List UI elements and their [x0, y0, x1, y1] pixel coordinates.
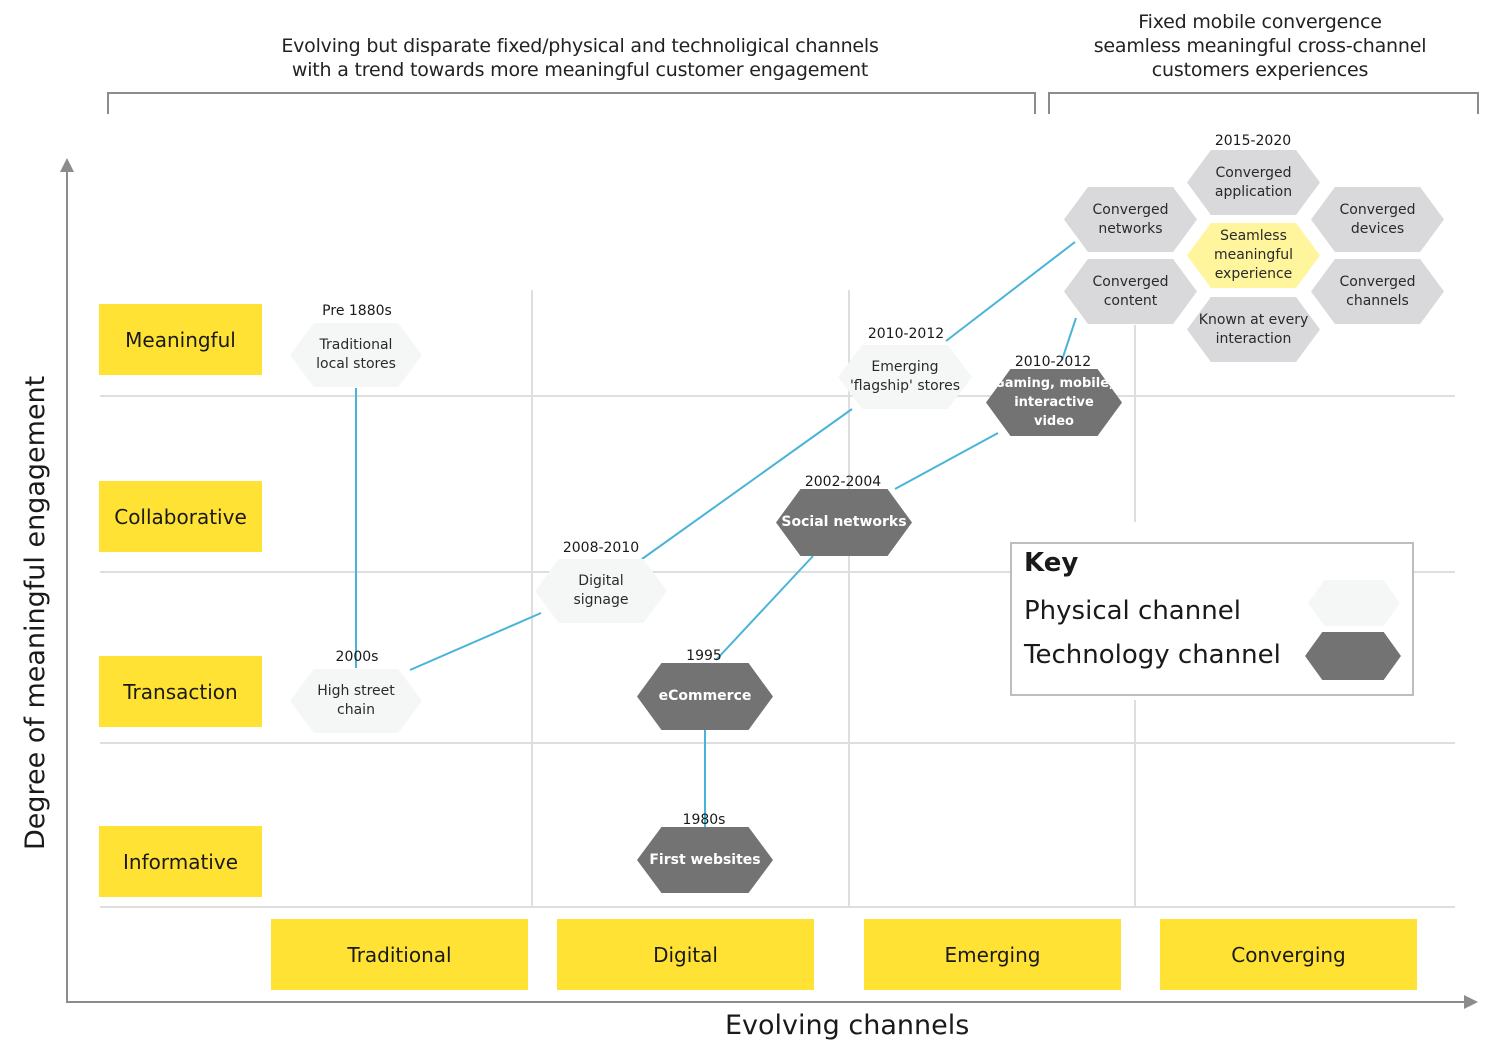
year-label: 2010-2012: [867, 326, 945, 342]
y-axis-title: Degree of meaningful engagement: [20, 375, 51, 850]
hex-label: Converged: [1339, 201, 1416, 218]
hex-label: Seamless: [1220, 228, 1287, 244]
legend-physical-swatch: [1308, 580, 1400, 626]
cluster-year-label: 2015-2020: [1214, 133, 1292, 149]
hex-label: Known at every: [1198, 311, 1309, 328]
node-label: Gaming, mobile,: [994, 376, 1114, 391]
node-label: Emerging: [871, 359, 939, 375]
year-label: 2008-2010: [562, 540, 640, 556]
hex-known-at-every-interaction: Known at every interaction: [1187, 297, 1320, 362]
hex-label: Converged: [1215, 164, 1292, 181]
node-ecommerce: eCommerce: [637, 663, 773, 730]
year-label: 1980s: [682, 812, 726, 828]
connector-social-to-gaming: [894, 432, 999, 490]
hex-converged-content: Converged content: [1064, 259, 1197, 324]
year-label: Pre 1880s: [322, 303, 392, 319]
node-label: First websites: [649, 851, 761, 868]
hex-label: Converged: [1092, 201, 1169, 218]
channel-evolution-diagram: Evolving but disparate fixed/physical an…: [0, 0, 1500, 1046]
year-label: 2000s: [335, 649, 379, 665]
year-label: 2002-2004: [804, 474, 882, 490]
node-label: Traditional: [319, 337, 393, 353]
node-label: eCommerce: [658, 688, 752, 704]
stage-label-traditional: Traditional: [271, 919, 528, 990]
node-emerging-flagship-stores: Emerging 'flagship' stores: [838, 345, 972, 409]
hex-label: Converged: [1339, 273, 1416, 290]
node-label: interactive: [1014, 395, 1094, 410]
legend-technology-label: Technology channel: [1024, 640, 1281, 670]
node-label: Digital: [578, 573, 624, 589]
node-high-street-chain: High street chain: [290, 669, 422, 733]
level-label-transaction: Transaction: [99, 656, 262, 727]
hex-converged-devices: Converged devices: [1311, 187, 1444, 252]
level-label-meaningful: Meaningful: [99, 304, 262, 375]
stage-label-emerging: Emerging: [864, 919, 1121, 990]
year-label: 2010-2012: [1014, 354, 1092, 370]
hex-label: content: [1103, 292, 1158, 309]
hex-label: meaningful: [1213, 247, 1294, 263]
hex-label: experience: [1214, 266, 1293, 282]
hex-converged-networks: Converged networks: [1064, 187, 1197, 252]
legend-technology-swatch: [1305, 632, 1401, 680]
node-traditional-local-stores: Traditional local stores: [290, 323, 422, 387]
node-digital-signage: Digital signage: [535, 559, 667, 623]
stage-label-digital: Digital: [557, 919, 814, 990]
level-label-informative: Informative: [99, 826, 262, 897]
hex-converged-channels: Converged channels: [1311, 259, 1444, 324]
legend-key: Key Physical channel Technology channel: [1010, 542, 1414, 696]
hex-label: networks: [1098, 220, 1163, 237]
node-social-networks: Social networks: [776, 489, 912, 556]
hex-label: devices: [1350, 220, 1405, 237]
node-label: video: [1034, 414, 1074, 429]
node-label: signage: [573, 592, 629, 608]
node-label: High street: [317, 683, 395, 699]
node-label: chain: [337, 702, 375, 718]
y-axis-arrow-icon: [60, 158, 74, 172]
year-label: 1995: [686, 648, 722, 664]
hex-label: channels: [1346, 292, 1409, 309]
level-label-collaborative: Collaborative: [99, 481, 262, 552]
hex-label: interaction: [1215, 330, 1292, 347]
legend-physical-label: Physical channel: [1024, 596, 1241, 626]
stage-label-converging: Converging: [1160, 919, 1417, 990]
node-label: local stores: [316, 356, 396, 372]
x-axis-arrow-icon: [1464, 995, 1478, 1009]
hex-label: Converged: [1092, 273, 1169, 290]
hex-seamless-meaningful-experience: Seamless meaningful experience: [1187, 223, 1320, 288]
node-gaming-mobile-interactive-video: Gaming, mobile, interactive video: [986, 369, 1122, 436]
connector-highstreet-to-signage: [409, 612, 542, 671]
connectors: [355, 241, 1077, 828]
node-label: Social networks: [781, 514, 907, 530]
legend-title: Key: [1024, 548, 1079, 578]
node-first-websites: First websites: [637, 827, 773, 893]
hex-label: application: [1214, 183, 1293, 200]
node-label: 'flagship' stores: [849, 378, 961, 394]
x-axis-title: Evolving channels: [725, 1010, 970, 1041]
hex-converged-application: Converged application: [1187, 150, 1320, 215]
